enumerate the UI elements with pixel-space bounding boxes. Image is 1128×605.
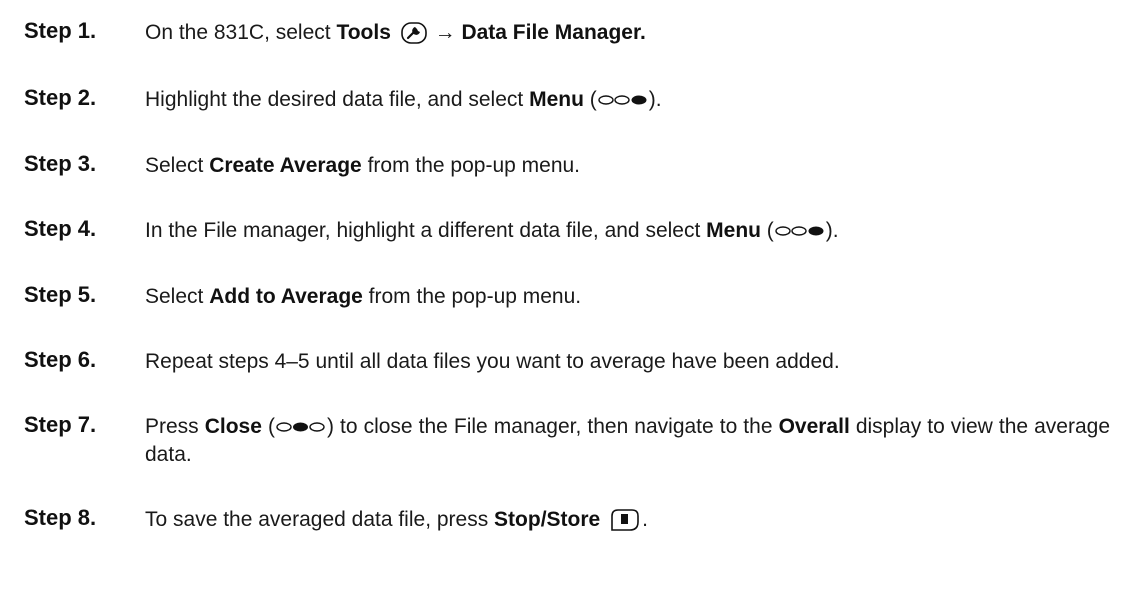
step-text: Press Close () to close the File manager…	[145, 415, 1110, 466]
softkey-right-filled-icon	[775, 226, 824, 237]
step-text: Highlight the desired data file, and sel…	[145, 88, 662, 111]
step-text: To save the averaged data file, press St…	[145, 508, 648, 532]
step-label: Step 8.	[24, 505, 97, 530]
softkey-middle-filled-icon	[276, 422, 325, 433]
step-label: Step 6.	[24, 347, 97, 372]
step-label: Step 2.	[24, 85, 97, 110]
step-label: Step 1.	[24, 18, 97, 43]
step-text: On the 831C, select Tools → Data File Ma…	[145, 21, 646, 45]
step-text: Select Create Average from the pop-up me…	[145, 154, 581, 177]
step-text: Select Add to Average from the pop-up me…	[145, 285, 582, 308]
step-text: In the File manager, highlight a differe…	[145, 219, 839, 242]
step-label: Step 3.	[24, 151, 97, 176]
step-label: Step 5.	[24, 282, 97, 307]
softkey-right-filled-icon	[598, 95, 647, 106]
step-text: Repeat steps 4–5 until all data files yo…	[145, 350, 840, 373]
stop-store-key-icon	[611, 509, 639, 532]
step-label: Step 4.	[24, 216, 97, 241]
step-label: Step 7.	[24, 412, 97, 437]
wrench-icon	[400, 22, 427, 45]
